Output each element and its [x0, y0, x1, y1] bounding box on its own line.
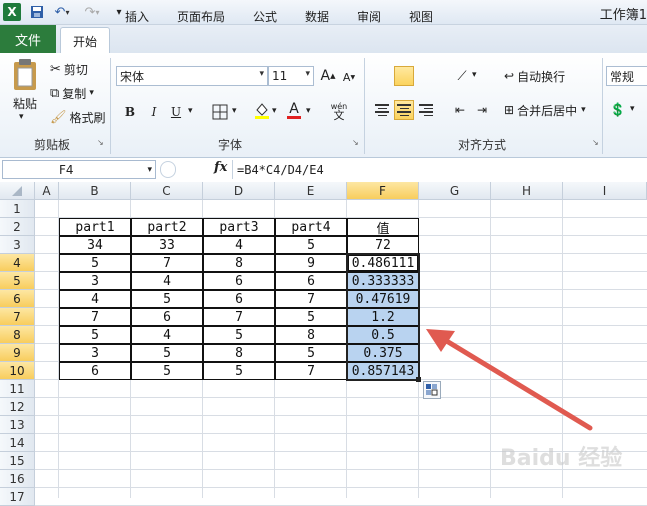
- watermark-logo: Baidu 经验: [500, 446, 623, 471]
- annotation-arrow-icon: [426, 329, 593, 431]
